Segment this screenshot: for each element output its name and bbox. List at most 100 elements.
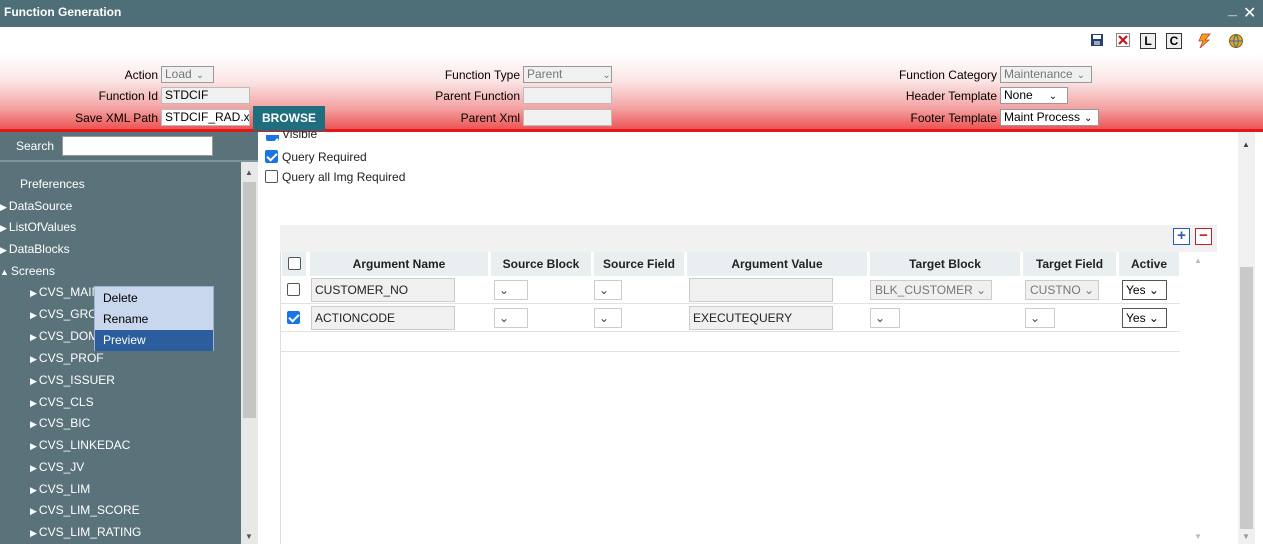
scroll-up-icon[interactable]: ▲: [1194, 256, 1202, 265]
search-input[interactable]: [62, 136, 213, 156]
source-block-select[interactable]: ⌄: [494, 280, 528, 300]
column-header-source-field: Source Field: [594, 252, 684, 276]
parent-function-field[interactable]: [523, 87, 612, 104]
tree-item-screen[interactable]: ▶ CVS_LIM_RATING: [30, 525, 141, 544]
target-block-select[interactable]: ⌄: [870, 308, 900, 328]
active-select[interactable]: Yes ⌄: [1122, 280, 1167, 300]
tree-item-screen[interactable]: ▶ CVS_PROF: [30, 351, 104, 372]
function-category-label: Function Category: [898, 68, 997, 82]
column-header-source-block: Source Block: [491, 252, 591, 276]
function-id-field[interactable]: STDCIF: [161, 87, 250, 104]
target-field-select[interactable]: CUSTNO ⌄: [1025, 280, 1099, 300]
select-all-header: [282, 252, 306, 276]
close-button[interactable]: ✕: [1243, 3, 1256, 23]
source-block-select[interactable]: ⌄: [494, 308, 528, 328]
argument-name-field[interactable]: ACTIONCODE: [311, 306, 455, 330]
tree-item-screen[interactable]: ▶ CVS_DOM: [30, 329, 98, 350]
function-category-select[interactable]: Maintenance ⌄: [1000, 66, 1092, 83]
chevron-down-icon: ⌄: [195, 70, 205, 81]
footer-template-label: Footer Template: [910, 111, 998, 125]
row-checkbox[interactable]: [287, 283, 300, 296]
browse-button[interactable]: BROWSE: [253, 106, 325, 131]
caret-right-icon: ▶: [30, 506, 37, 516]
tree-item-screen[interactable]: ▶ CVS_ISSUER: [30, 373, 115, 394]
scroll-down-icon[interactable]: ▼: [1194, 532, 1202, 541]
sidebar-scrollbar[interactable]: ▲ ▼: [241, 162, 258, 544]
parent-xml-label: Parent Xml: [460, 111, 520, 125]
delete-icon[interactable]: [1115, 33, 1131, 49]
main-scrollbar[interactable]: ▲ ▼: [1238, 132, 1255, 544]
scroll-down-icon[interactable]: ▼: [1242, 532, 1250, 541]
scroll-down-icon[interactable]: ▼: [245, 532, 253, 541]
tree-item-screen[interactable]: ▶ CVS_GRO: [30, 307, 98, 328]
parent-xml-field[interactable]: [523, 109, 612, 126]
tree-item-screen[interactable]: ▶ CVS_CLS: [30, 395, 94, 416]
target-field-select[interactable]: ⌄: [1025, 308, 1055, 328]
row-divider: [280, 331, 1180, 332]
chevron-down-icon: ⌄: [599, 311, 610, 325]
context-delete[interactable]: Delete: [95, 288, 213, 309]
tree-item-screen[interactable]: ▶ CVS_LIM_SCORE: [30, 503, 140, 524]
chevron-down-icon: ⌄: [602, 70, 611, 81]
tree-item-listofvalues[interactable]: ▶ ListOfValues: [0, 220, 76, 241]
query-required-checkbox[interactable]: [265, 150, 278, 163]
globe-icon[interactable]: [1228, 33, 1244, 49]
query-all-img-checkbox[interactable]: [265, 170, 278, 183]
select-all-checkbox[interactable]: [288, 257, 301, 270]
add-row-button[interactable]: +: [1173, 228, 1190, 245]
search-divider: [0, 160, 258, 162]
caret-right-icon: ▶: [30, 376, 37, 386]
chevron-down-icon: ⌄: [599, 283, 610, 297]
caret-right-icon: ▶: [30, 332, 37, 342]
source-field-select[interactable]: ⌄: [594, 308, 622, 328]
window-title: Function Generation: [4, 5, 122, 19]
tree-item-datablocks[interactable]: ▶ DataBlocks: [0, 242, 70, 263]
remove-row-button[interactable]: −: [1195, 228, 1212, 245]
scroll-up-icon[interactable]: ▲: [245, 168, 253, 177]
save-icon[interactable]: [1089, 33, 1105, 49]
tree-item-datasource[interactable]: ▶ DataSource: [0, 199, 72, 220]
scroll-up-icon[interactable]: ▲: [1242, 140, 1250, 149]
tree-item-preferences[interactable]: Preferences: [20, 177, 85, 198]
footer-template-select[interactable]: Maint Process ⌄: [1000, 109, 1099, 126]
save-xml-path-label: Save XML Path: [75, 111, 158, 125]
argument-value-field[interactable]: EXECUTEQUERY: [689, 306, 833, 330]
l-button[interactable]: L: [1140, 33, 1156, 49]
argument-value-field[interactable]: [689, 278, 833, 302]
row-checkbox[interactable]: [287, 311, 300, 324]
context-preview[interactable]: Preview: [95, 330, 213, 351]
visible-label: Visible: [282, 131, 318, 141]
argument-name-field[interactable]: CUSTOMER_NO: [311, 278, 455, 302]
caret-right-icon: ▶: [30, 354, 37, 364]
chevron-down-icon: ⌄: [976, 283, 987, 297]
column-header-argument-value: Argument Value: [687, 252, 867, 276]
minimize-button[interactable]: _: [1228, 1, 1237, 19]
main-scroll-thumb[interactable]: [1240, 267, 1253, 529]
active-select[interactable]: Yes ⌄: [1122, 308, 1167, 328]
toolbar: L C: [0, 27, 1263, 55]
c-button[interactable]: C: [1166, 33, 1182, 49]
tree-item-screen[interactable]: ▶ CVS_LIM: [30, 482, 90, 503]
save-xml-path-field[interactable]: STDCIF_RAD.x: [161, 109, 250, 126]
source-field-select[interactable]: ⌄: [594, 280, 622, 300]
function-type-select[interactable]: Parent ⌄: [523, 66, 612, 83]
tree-item-screen[interactable]: ▶ CVS_MAIN: [30, 285, 100, 306]
context-rename[interactable]: Rename: [95, 309, 213, 330]
query-required-label: Query Required: [282, 150, 367, 164]
visible-checkbox[interactable]: [266, 135, 279, 141]
lightning-icon[interactable]: [1196, 33, 1212, 49]
tree-item-screen[interactable]: ▶ CVS_BIC: [30, 416, 90, 437]
tree-item-screen[interactable]: ▶ CVS_JV: [30, 460, 84, 481]
sidebar-scroll-thumb[interactable]: [243, 182, 256, 418]
target-block-select[interactable]: BLK_CUSTOMER ⌄: [870, 280, 992, 300]
header-template-select[interactable]: None ⌄: [1000, 87, 1068, 104]
caret-right-icon: ▶: [30, 528, 37, 538]
caret-right-icon: ▶: [0, 223, 7, 233]
column-header-active: Active: [1119, 252, 1179, 276]
caret-right-icon: ▶: [30, 398, 37, 408]
tree-item-screens[interactable]: ▲ Screens: [0, 264, 55, 285]
grid-scrollbar[interactable]: ▲ ▼: [1190, 252, 1207, 544]
column-header-target-block: Target Block: [870, 252, 1020, 276]
tree-item-screen[interactable]: ▶ CVS_LINKEDAC: [30, 438, 130, 459]
action-select[interactable]: Load ⌄: [161, 66, 214, 83]
